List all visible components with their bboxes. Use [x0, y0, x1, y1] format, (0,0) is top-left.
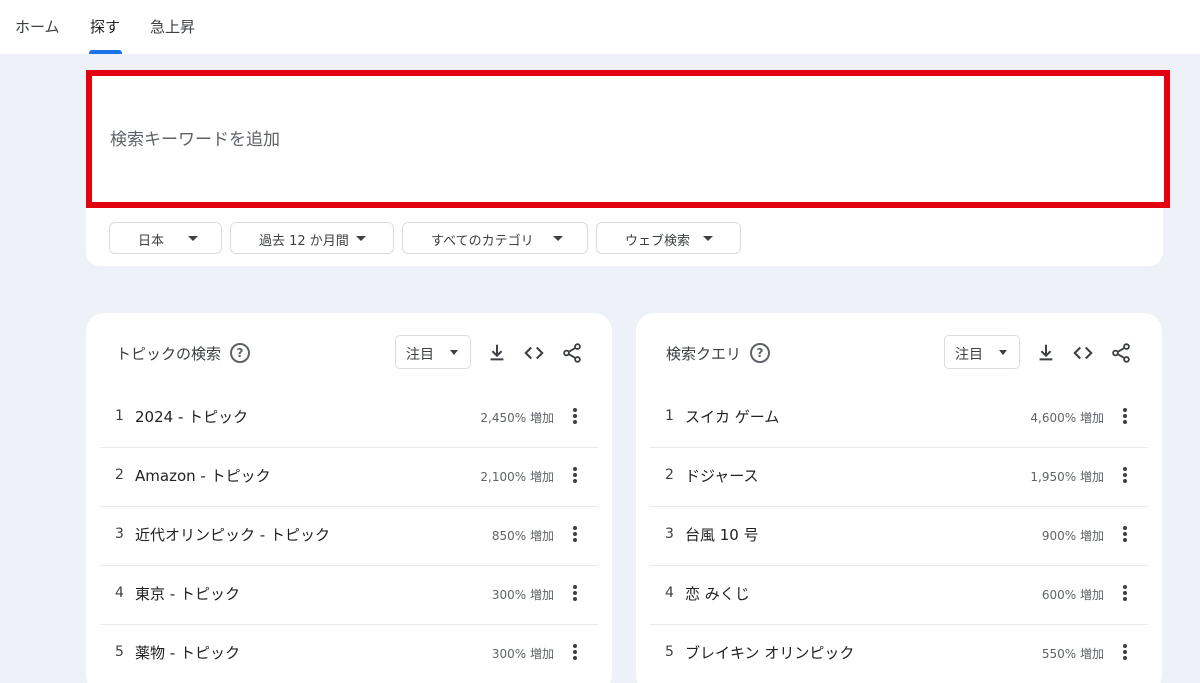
- help-circle-icon[interactable]: ?: [230, 343, 250, 363]
- sort-select[interactable]: 注目: [944, 335, 1020, 369]
- active-tab-indicator: [89, 50, 122, 54]
- list-item[interactable]: 4 恋 みくじ 600% 増加: [650, 566, 1148, 625]
- growth-value: 4,600% 増加: [1030, 411, 1104, 425]
- sort-select-label: 注目: [406, 347, 434, 363]
- caret-down-icon: [553, 236, 563, 241]
- caret-down-icon: [450, 350, 458, 355]
- rank-number: 1: [115, 408, 124, 424]
- growth-value: 2,100% 増加: [480, 470, 554, 484]
- query-name[interactable]: 台風 10 号: [685, 524, 759, 545]
- rank-number: 4: [665, 585, 674, 601]
- more-vert-icon[interactable]: [1120, 642, 1130, 664]
- download-icon[interactable]: [1035, 342, 1057, 364]
- growth-value: 550% 増加: [1041, 647, 1104, 661]
- growth-value: 600% 増加: [1041, 588, 1104, 602]
- more-vert-icon[interactable]: [1120, 465, 1130, 487]
- caret-down-icon: [188, 236, 198, 241]
- period-filter[interactable]: 過去 12 か月間: [230, 222, 394, 254]
- category-filter[interactable]: すべてのカテゴリ: [402, 222, 588, 254]
- query-name[interactable]: ブレイキン オリンピック: [685, 642, 854, 663]
- list-item[interactable]: 2 ドジャース 1,950% 増加: [650, 448, 1148, 507]
- sort-select-label: 注目: [955, 347, 983, 363]
- search-type-filter[interactable]: ウェブ検索: [596, 222, 741, 254]
- period-filter-label: 過去 12 か月間: [259, 234, 349, 249]
- more-vert-icon[interactable]: [570, 583, 580, 605]
- panel-title: 検索クエリ: [666, 345, 742, 363]
- topic-name[interactable]: 薬物 - トピック: [135, 642, 240, 663]
- more-vert-icon[interactable]: [1120, 406, 1130, 428]
- topics-panel: トピックの検索 ? 注目 1 2024 - トピック 2,450% 増加 2 A…: [86, 313, 612, 683]
- category-filter-label: すべてのカテゴリ: [431, 234, 534, 249]
- list-item[interactable]: 5 ブレイキン オリンピック 550% 増加: [650, 625, 1148, 683]
- search-box-highlight: [86, 70, 1170, 208]
- growth-value: 2,450% 増加: [480, 411, 554, 425]
- rank-number: 2: [115, 467, 124, 483]
- code-embed-icon[interactable]: [1072, 342, 1094, 364]
- rank-number: 2: [665, 467, 674, 483]
- topic-name[interactable]: Amazon - トピック: [135, 465, 271, 486]
- sort-select[interactable]: 注目: [395, 335, 471, 369]
- topic-name[interactable]: 近代オリンピック - トピック: [135, 524, 330, 545]
- search-type-filter-label: ウェブ検索: [625, 234, 691, 249]
- panel-title: トピックの検索: [116, 345, 222, 363]
- query-name[interactable]: ドジャース: [685, 465, 759, 486]
- growth-value: 1,950% 増加: [1030, 470, 1104, 484]
- tab-home[interactable]: ホーム: [15, 16, 60, 37]
- query-name[interactable]: 恋 みくじ: [685, 583, 750, 604]
- search-input[interactable]: [110, 122, 1110, 158]
- caret-down-icon: [999, 350, 1007, 355]
- rank-number: 5: [115, 644, 124, 660]
- caret-down-icon: [356, 236, 366, 241]
- more-vert-icon[interactable]: [1120, 583, 1130, 605]
- list-item[interactable]: 4 東京 - トピック 300% 増加: [100, 566, 598, 625]
- list-item[interactable]: 2 Amazon - トピック 2,100% 増加: [100, 448, 598, 507]
- rank-number: 5: [665, 644, 674, 660]
- rank-number: 1: [665, 408, 674, 424]
- rank-number: 3: [115, 526, 124, 542]
- queries-panel: 検索クエリ ? 注目 1 スイカ ゲーム 4,600% 増加 2 ドジャース 1…: [636, 313, 1162, 683]
- top-nav: ホーム 探す 急上昇: [0, 0, 1200, 54]
- list-item[interactable]: 3 台風 10 号 900% 増加: [650, 507, 1148, 566]
- caret-down-icon: [703, 236, 713, 241]
- region-filter-label: 日本: [138, 234, 165, 249]
- growth-value: 300% 増加: [491, 588, 554, 602]
- rank-number: 4: [115, 585, 124, 601]
- topic-name[interactable]: 2024 - トピック: [135, 406, 248, 427]
- query-name[interactable]: スイカ ゲーム: [685, 406, 779, 427]
- growth-value: 900% 増加: [1041, 529, 1104, 543]
- help-circle-icon[interactable]: ?: [750, 343, 770, 363]
- growth-value: 300% 増加: [491, 647, 554, 661]
- share-icon[interactable]: [1110, 342, 1132, 364]
- list-item[interactable]: 5 薬物 - トピック 300% 増加: [100, 625, 598, 683]
- growth-value: 850% 増加: [491, 529, 554, 543]
- list-item[interactable]: 3 近代オリンピック - トピック 850% 増加: [100, 507, 598, 566]
- share-icon[interactable]: [561, 342, 583, 364]
- more-vert-icon[interactable]: [570, 465, 580, 487]
- more-vert-icon[interactable]: [1120, 524, 1130, 546]
- tab-trending[interactable]: 急上昇: [150, 16, 195, 37]
- region-filter[interactable]: 日本: [109, 222, 222, 254]
- more-vert-icon[interactable]: [570, 406, 580, 428]
- search-card: 日本 過去 12 か月間 すべてのカテゴリ ウェブ検索: [86, 70, 1170, 266]
- download-icon[interactable]: [486, 342, 508, 364]
- list-item[interactable]: 1 スイカ ゲーム 4,600% 増加: [650, 389, 1148, 448]
- rank-number: 3: [665, 526, 674, 542]
- topic-name[interactable]: 東京 - トピック: [135, 583, 240, 604]
- more-vert-icon[interactable]: [570, 642, 580, 664]
- more-vert-icon[interactable]: [570, 524, 580, 546]
- code-embed-icon[interactable]: [523, 342, 545, 364]
- list-item[interactable]: 1 2024 - トピック 2,450% 増加: [100, 389, 598, 448]
- tab-explore[interactable]: 探す: [90, 16, 120, 37]
